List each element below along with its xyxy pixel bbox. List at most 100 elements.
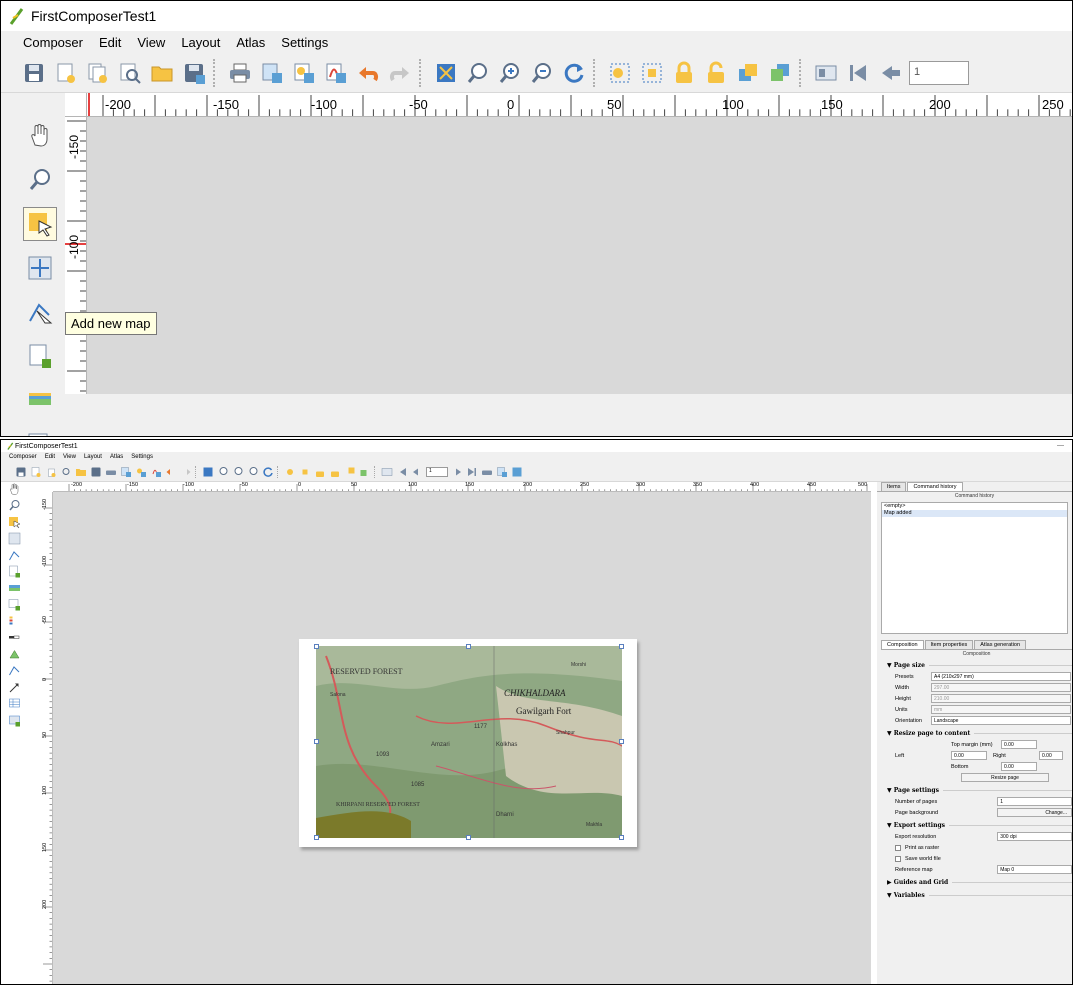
menu-atlas[interactable]: Atlas	[236, 35, 265, 50]
resize-page-button[interactable]: Resize page	[961, 773, 1049, 782]
redo-button[interactable]	[180, 466, 192, 478]
zoom-full-button[interactable]	[433, 60, 459, 86]
command-history-list[interactable]: <empty> Map added	[881, 502, 1068, 634]
menu-layout[interactable]: Layout	[181, 35, 220, 50]
print-atlas-button[interactable]	[481, 466, 493, 478]
save-world-file-checkbox[interactable]	[895, 855, 901, 862]
tab-composition[interactable]: Composition	[881, 640, 924, 649]
selection-handle[interactable]	[466, 644, 471, 649]
export-resolution-field[interactable]: 300 dpi	[997, 832, 1072, 841]
selection-handle[interactable]	[466, 835, 471, 840]
add-legend-tool-button[interactable]	[7, 614, 21, 628]
section-page-size[interactable]: ▼ Page size	[881, 658, 1072, 671]
minimize-button[interactable]: —	[1057, 442, 1064, 449]
atlas-page-input[interactable]: 1	[426, 466, 448, 477]
height-field[interactable]: 210.00	[931, 694, 1071, 703]
section-resize-page[interactable]: ▼ Resize page to content	[881, 726, 1072, 739]
undo-button[interactable]	[355, 60, 381, 86]
add-attribute-table-tool-button[interactable]	[7, 697, 21, 711]
atlas-page-input[interactable]: 1	[909, 60, 969, 85]
undo-button[interactable]	[165, 466, 177, 478]
lower-items-button[interactable]	[359, 466, 371, 478]
composer-canvas[interactable]: RESERVED FOREST CHIKHALDARA Gawilgarh Fo…	[53, 492, 871, 984]
ungroup-items-button[interactable]	[299, 466, 311, 478]
unlock-items-button[interactable]	[329, 466, 341, 478]
add-node-item-tool-button[interactable]	[7, 664, 21, 678]
ungroup-items-button[interactable]	[639, 60, 665, 86]
zoom-actual-button[interactable]	[217, 466, 229, 478]
menu-settings[interactable]: Settings	[131, 454, 153, 460]
tab-items[interactable]: Items	[881, 482, 907, 491]
lower-items-button[interactable]	[767, 60, 793, 86]
add-label-tool-button[interactable]	[7, 598, 21, 612]
add-scalebar-tool-button[interactable]	[7, 631, 21, 645]
map-item[interactable]: RESERVED FOREST CHIKHALDARA Gawilgarh Fo…	[316, 646, 622, 838]
menu-composer[interactable]: Composer	[9, 454, 37, 460]
menu-settings[interactable]: Settings	[281, 35, 328, 50]
orientation-select[interactable]: Landscape	[931, 716, 1071, 725]
menu-edit[interactable]: Edit	[45, 454, 55, 460]
print-button[interactable]	[227, 60, 253, 86]
zoom-out-button[interactable]	[529, 60, 555, 86]
zoom-in-button[interactable]	[232, 466, 244, 478]
zoom-actual-button[interactable]	[465, 60, 491, 86]
add-new-page-tool-button[interactable]	[7, 565, 21, 579]
atlas-preview-button[interactable]	[813, 60, 839, 86]
width-field[interactable]: 297.00	[931, 683, 1071, 692]
lock-items-button[interactable]	[314, 466, 326, 478]
presets-select[interactable]: A4 (210x297 mm)	[931, 672, 1071, 681]
save-template-button[interactable]	[181, 60, 207, 86]
menu-view[interactable]: View	[137, 35, 165, 50]
selection-handle[interactable]	[314, 739, 319, 744]
save-project-button[interactable]	[15, 466, 27, 478]
edit-nodes-tool-button[interactable]	[23, 295, 57, 329]
duplicate-composer-button[interactable]	[85, 60, 111, 86]
lock-items-button[interactable]	[671, 60, 697, 86]
export-image-button[interactable]	[120, 466, 132, 478]
export-svg-button[interactable]	[291, 60, 317, 86]
move-content-tool-button[interactable]	[7, 532, 21, 546]
save-project-button[interactable]	[21, 60, 47, 86]
zoom-tool-button[interactable]	[23, 163, 57, 197]
redo-button[interactable]	[387, 60, 413, 86]
bottom-margin-field[interactable]: 0.00	[1001, 762, 1037, 771]
pan-tool-button[interactable]	[23, 119, 57, 153]
selection-handle[interactable]	[314, 835, 319, 840]
export-svg-button[interactable]	[135, 466, 147, 478]
print-raster-checkbox[interactable]	[895, 844, 901, 851]
reference-map-select[interactable]: Map 0	[997, 865, 1072, 874]
export-atlas-button[interactable]	[496, 466, 508, 478]
zoom-in-button[interactable]	[497, 60, 523, 86]
select-move-tool-button[interactable]	[7, 515, 21, 529]
menu-edit[interactable]: Edit	[99, 35, 121, 50]
tab-command-history[interactable]: Command history	[907, 482, 963, 491]
last-feature-button[interactable]	[466, 466, 478, 478]
unlock-items-button[interactable]	[703, 60, 729, 86]
list-item[interactable]: Map added	[882, 510, 1067, 517]
tab-atlas-generation[interactable]: Atlas generation	[974, 640, 1027, 649]
top-margin-field[interactable]: 0.00	[1001, 740, 1037, 749]
section-export-settings[interactable]: ▼ Export settings	[881, 818, 1072, 831]
selection-handle[interactable]	[314, 644, 319, 649]
zoom-out-button[interactable]	[247, 466, 259, 478]
add-new-page-tool-button[interactable]	[23, 339, 57, 373]
duplicate-composer-button[interactable]	[45, 466, 57, 478]
export-pdf-button[interactable]	[323, 60, 349, 86]
load-template-button[interactable]	[75, 466, 87, 478]
add-arrow-tool-button[interactable]	[7, 680, 21, 694]
raise-items-button[interactable]	[735, 60, 761, 86]
section-guides-grid[interactable]: ▶ Guides and Grid	[881, 875, 1072, 888]
menu-layout[interactable]: Layout	[84, 454, 102, 460]
add-html-frame-tool-button[interactable]	[7, 713, 21, 727]
raise-items-button[interactable]	[344, 466, 356, 478]
zoom-tool-button[interactable]	[7, 499, 21, 513]
previous-feature-button[interactable]	[411, 466, 423, 478]
add-label-tool-button[interactable]: T	[23, 427, 57, 436]
first-feature-button[interactable]	[396, 466, 408, 478]
composer-canvas[interactable]	[87, 117, 1072, 394]
zoom-full-button[interactable]	[202, 466, 214, 478]
composer-manager-button[interactable]	[60, 466, 72, 478]
right-margin-field[interactable]: 0.00	[1039, 751, 1063, 760]
group-items-button[interactable]	[284, 466, 296, 478]
add-shape-tool-button[interactable]	[7, 647, 21, 661]
